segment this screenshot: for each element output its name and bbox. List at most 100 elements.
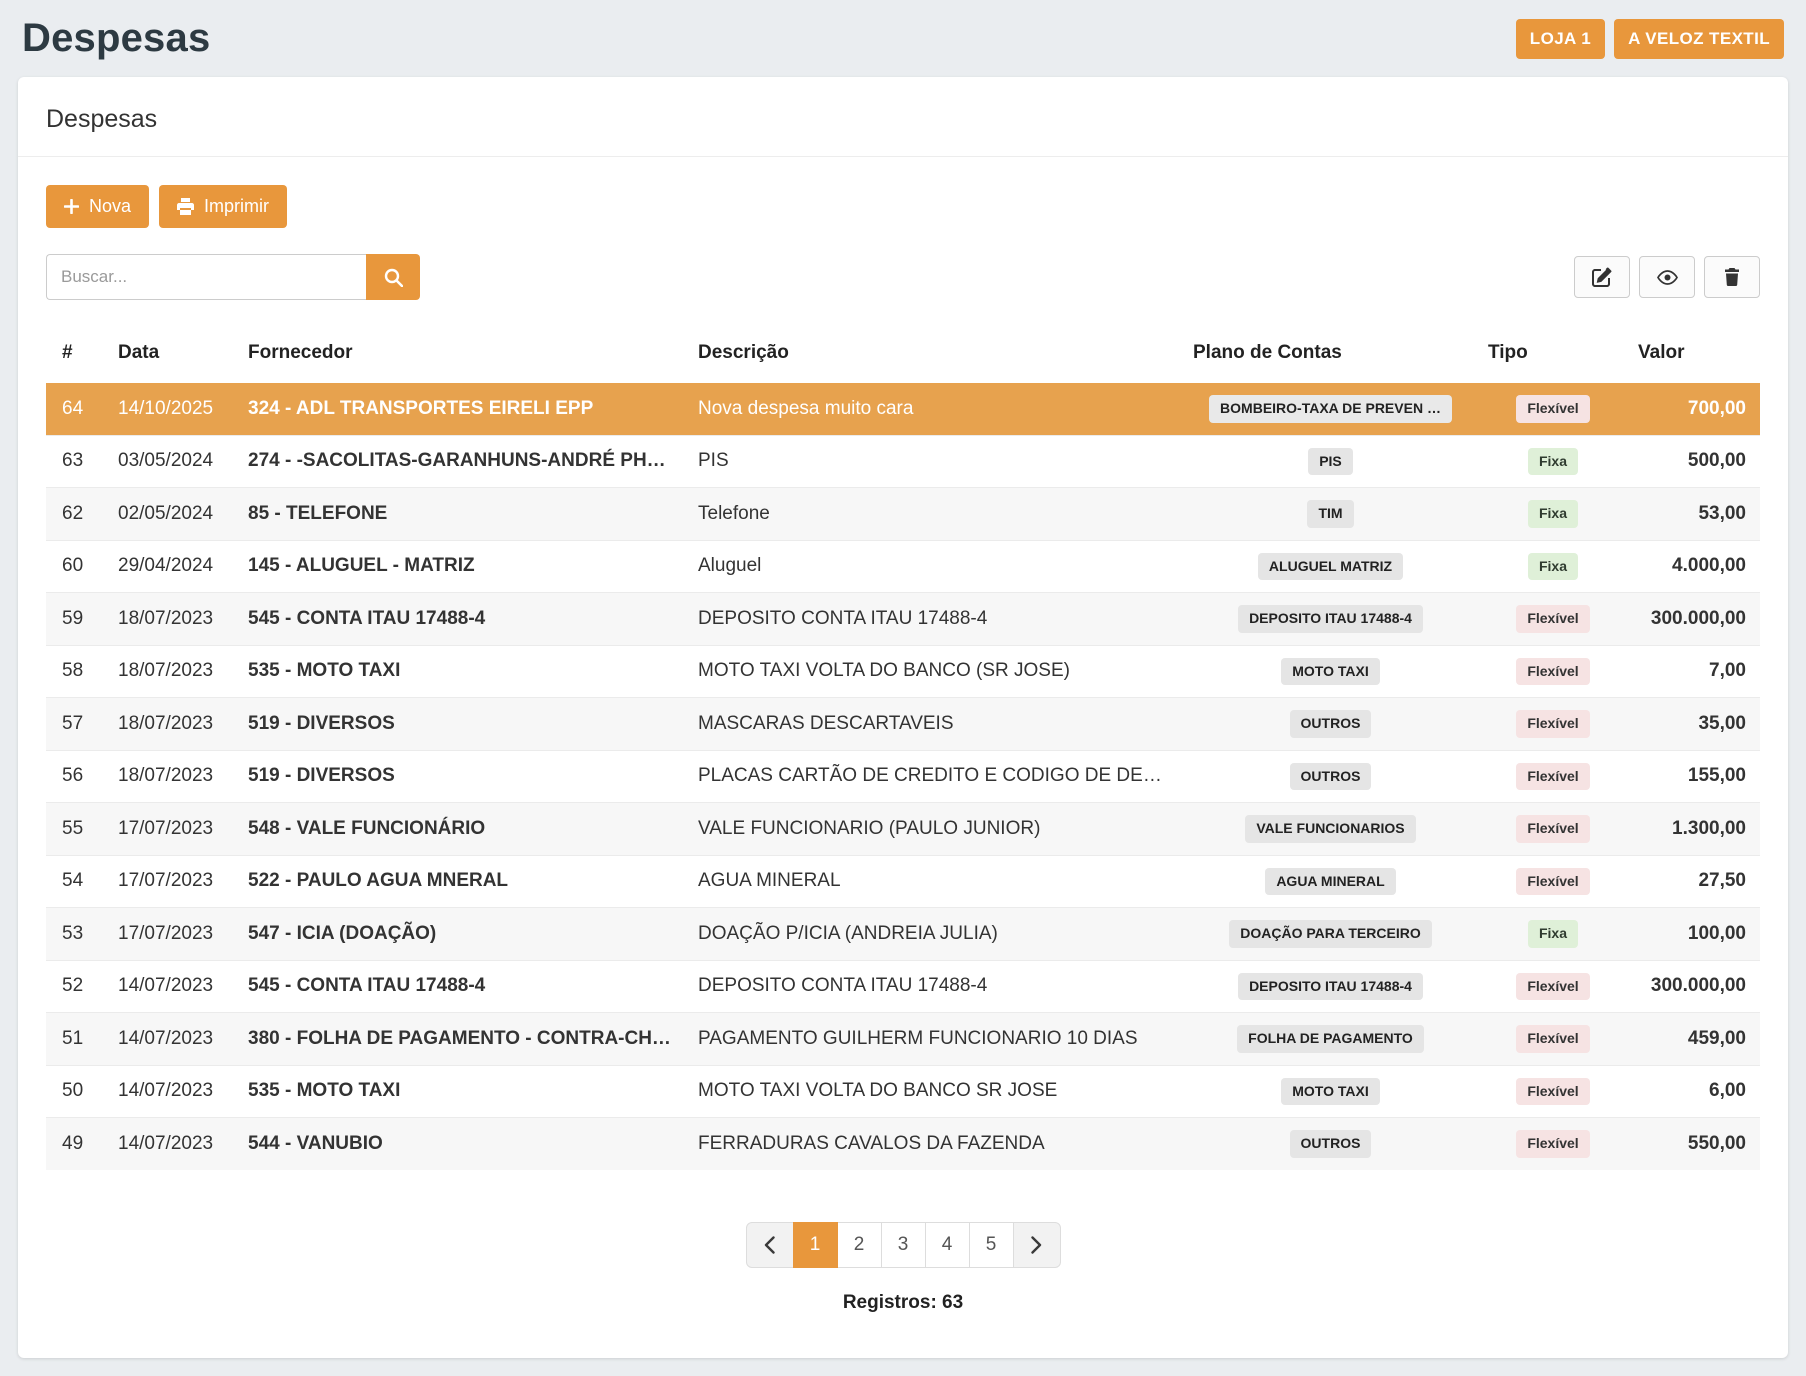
row-type: Flexível xyxy=(1478,960,1628,1013)
table-row[interactable]: 59 18/07/2023 545 - CONTA ITAU 17488-4 D… xyxy=(46,593,1760,646)
print-button[interactable]: Imprimir xyxy=(159,185,287,228)
page: Despesas LOJA 1 A VELOZ TEXTIL Despesas … xyxy=(18,0,1788,1358)
table-row[interactable]: 49 14/07/2023 544 - VANUBIO FERRADURAS C… xyxy=(46,1118,1760,1170)
plus-icon xyxy=(64,199,79,214)
row-plan: DOAÇÃO PARA TERCEIRO xyxy=(1183,908,1478,961)
header-plan: Plano de Contas xyxy=(1183,330,1478,383)
table-row[interactable]: 53 17/07/2023 547 - ICIA (DOAÇÃO) DOAÇÃO… xyxy=(46,908,1760,961)
company-button[interactable]: A VELOZ TEXTIL xyxy=(1614,19,1784,59)
type-badge: Fixa xyxy=(1528,553,1578,581)
row-supplier: 535 - MOTO TAXI xyxy=(238,1065,688,1118)
row-type: Flexível xyxy=(1478,1118,1628,1170)
row-description: DEPOSITO CONTA ITAU 17488-4 xyxy=(688,960,1183,1013)
row-date: 17/07/2023 xyxy=(108,855,238,908)
table-row[interactable]: 50 14/07/2023 535 - MOTO TAXI MOTO TAXI … xyxy=(46,1065,1760,1118)
row-id: 49 xyxy=(46,1118,108,1170)
expenses-table-body: 64 14/10/2025 324 - ADL TRANSPORTES EIRE… xyxy=(46,383,1760,1170)
row-plan: DEPOSITO ITAU 17488-4 xyxy=(1183,960,1478,1013)
view-button[interactable] xyxy=(1639,256,1695,298)
row-description: MASCARAS DESCARTAVEIS xyxy=(688,698,1183,751)
search-button[interactable] xyxy=(366,254,420,300)
row-description: VALE FUNCIONARIO (PAULO JUNIOR) xyxy=(688,803,1183,856)
row-plan: MOTO TAXI xyxy=(1183,1065,1478,1118)
row-description: PIS xyxy=(688,435,1183,488)
edit-button[interactable] xyxy=(1574,256,1630,298)
row-description: PLACAS CARTÃO DE CREDITO E CODIGO DE DEF… xyxy=(688,750,1183,803)
table-row[interactable]: 57 18/07/2023 519 - DIVERSOS MASCARAS DE… xyxy=(46,698,1760,751)
page-button-3[interactable]: 3 xyxy=(881,1222,926,1268)
page-button-4[interactable]: 4 xyxy=(925,1222,970,1268)
type-badge: Fixa xyxy=(1528,448,1578,476)
toolbar: Nova Imprimir xyxy=(46,185,1760,228)
table-row[interactable]: 51 14/07/2023 380 - FOLHA DE PAGAMENTO -… xyxy=(46,1013,1760,1066)
new-expense-button[interactable]: Nova xyxy=(46,185,149,228)
row-id: 53 xyxy=(46,908,108,961)
table-row[interactable]: 55 17/07/2023 548 - VALE FUNCIONÁRIO VAL… xyxy=(46,803,1760,856)
new-expense-label: Nova xyxy=(89,196,131,217)
row-description: Aluguel xyxy=(688,540,1183,593)
row-supplier: 522 - PAULO AGUA MNERAL xyxy=(238,855,688,908)
type-badge: Flexível xyxy=(1516,973,1589,1001)
row-plan: OUTROS xyxy=(1183,1118,1478,1170)
type-badge: Flexível xyxy=(1516,395,1589,423)
row-value: 700,00 xyxy=(1628,383,1760,436)
row-id: 63 xyxy=(46,435,108,488)
table-row[interactable]: 54 17/07/2023 522 - PAULO AGUA MNERAL AG… xyxy=(46,855,1760,908)
row-description: MOTO TAXI VOLTA DO BANCO SR JOSE xyxy=(688,1065,1183,1118)
search-icon xyxy=(384,268,403,287)
trash-icon xyxy=(1724,268,1740,286)
row-supplier: 548 - VALE FUNCIONÁRIO xyxy=(238,803,688,856)
row-plan: VALE FUNCIONARIOS xyxy=(1183,803,1478,856)
table-row[interactable]: 62 02/05/2024 85 - TELEFONE Telefone TIM… xyxy=(46,488,1760,541)
row-date: 14/07/2023 xyxy=(108,1065,238,1118)
plan-badge: ALUGUEL MATRIZ xyxy=(1258,553,1403,581)
table-row[interactable]: 52 14/07/2023 545 - CONTA ITAU 17488-4 D… xyxy=(46,960,1760,1013)
row-type: Flexível xyxy=(1478,383,1628,436)
row-date: 14/07/2023 xyxy=(108,1013,238,1066)
table-row[interactable]: 60 29/04/2024 145 - ALUGUEL - MATRIZ Alu… xyxy=(46,540,1760,593)
page-button-5[interactable]: 5 xyxy=(969,1222,1014,1268)
pagination-pages: 1 2 3 4 5 xyxy=(794,1222,1014,1268)
plan-badge: MOTO TAXI xyxy=(1281,1078,1379,1106)
expenses-table: # Data Fornecedor Descrição Plano de Con… xyxy=(46,330,1760,1170)
table-row[interactable]: 58 18/07/2023 535 - MOTO TAXI MOTO TAXI … xyxy=(46,645,1760,698)
row-value: 300.000,00 xyxy=(1628,593,1760,646)
type-badge: Flexível xyxy=(1516,815,1589,843)
row-type: Flexível xyxy=(1478,1013,1628,1066)
row-supplier: 547 - ICIA (DOAÇÃO) xyxy=(238,908,688,961)
plan-badge: FOLHA DE PAGAMENTO xyxy=(1237,1025,1424,1053)
row-type: Fixa xyxy=(1478,908,1628,961)
plan-badge: DEPOSITO ITAU 17488-4 xyxy=(1238,605,1423,633)
table-row[interactable]: 64 14/10/2025 324 - ADL TRANSPORTES EIRE… xyxy=(46,383,1760,436)
row-id: 58 xyxy=(46,645,108,698)
print-label: Imprimir xyxy=(204,196,269,217)
row-date: 18/07/2023 xyxy=(108,698,238,751)
table-row[interactable]: 56 18/07/2023 519 - DIVERSOS PLACAS CART… xyxy=(46,750,1760,803)
store-button[interactable]: LOJA 1 xyxy=(1516,19,1605,59)
row-date: 17/07/2023 xyxy=(108,908,238,961)
page-button-2[interactable]: 2 xyxy=(837,1222,882,1268)
row-value: 35,00 xyxy=(1628,698,1760,751)
row-value: 27,50 xyxy=(1628,855,1760,908)
table-header: # Data Fornecedor Descrição Plano de Con… xyxy=(46,330,1760,383)
row-id: 51 xyxy=(46,1013,108,1066)
next-page-button[interactable] xyxy=(1013,1222,1061,1268)
row-value: 100,00 xyxy=(1628,908,1760,961)
row-supplier: 274 - -SACOLITAS-GARANHUNS-ANDRÉ PH… xyxy=(238,435,688,488)
table-row[interactable]: 63 03/05/2024 274 - -SACOLITAS-GARANHUNS… xyxy=(46,435,1760,488)
search-input[interactable] xyxy=(46,254,366,300)
row-id: 59 xyxy=(46,593,108,646)
row-id: 50 xyxy=(46,1065,108,1118)
prev-page-button[interactable] xyxy=(746,1222,794,1268)
row-description: FERRADURAS CAVALOS DA FAZENDA xyxy=(688,1118,1183,1170)
plan-badge: OUTROS xyxy=(1290,710,1372,738)
row-date: 18/07/2023 xyxy=(108,750,238,803)
row-supplier: 519 - DIVERSOS xyxy=(238,698,688,751)
plan-badge: PIS xyxy=(1308,448,1353,476)
header-type: Tipo xyxy=(1478,330,1628,383)
row-supplier: 535 - MOTO TAXI xyxy=(238,645,688,698)
search-row xyxy=(46,254,1760,300)
printer-icon xyxy=(177,198,194,215)
page-button-1[interactable]: 1 xyxy=(793,1222,838,1268)
delete-button[interactable] xyxy=(1704,256,1760,298)
